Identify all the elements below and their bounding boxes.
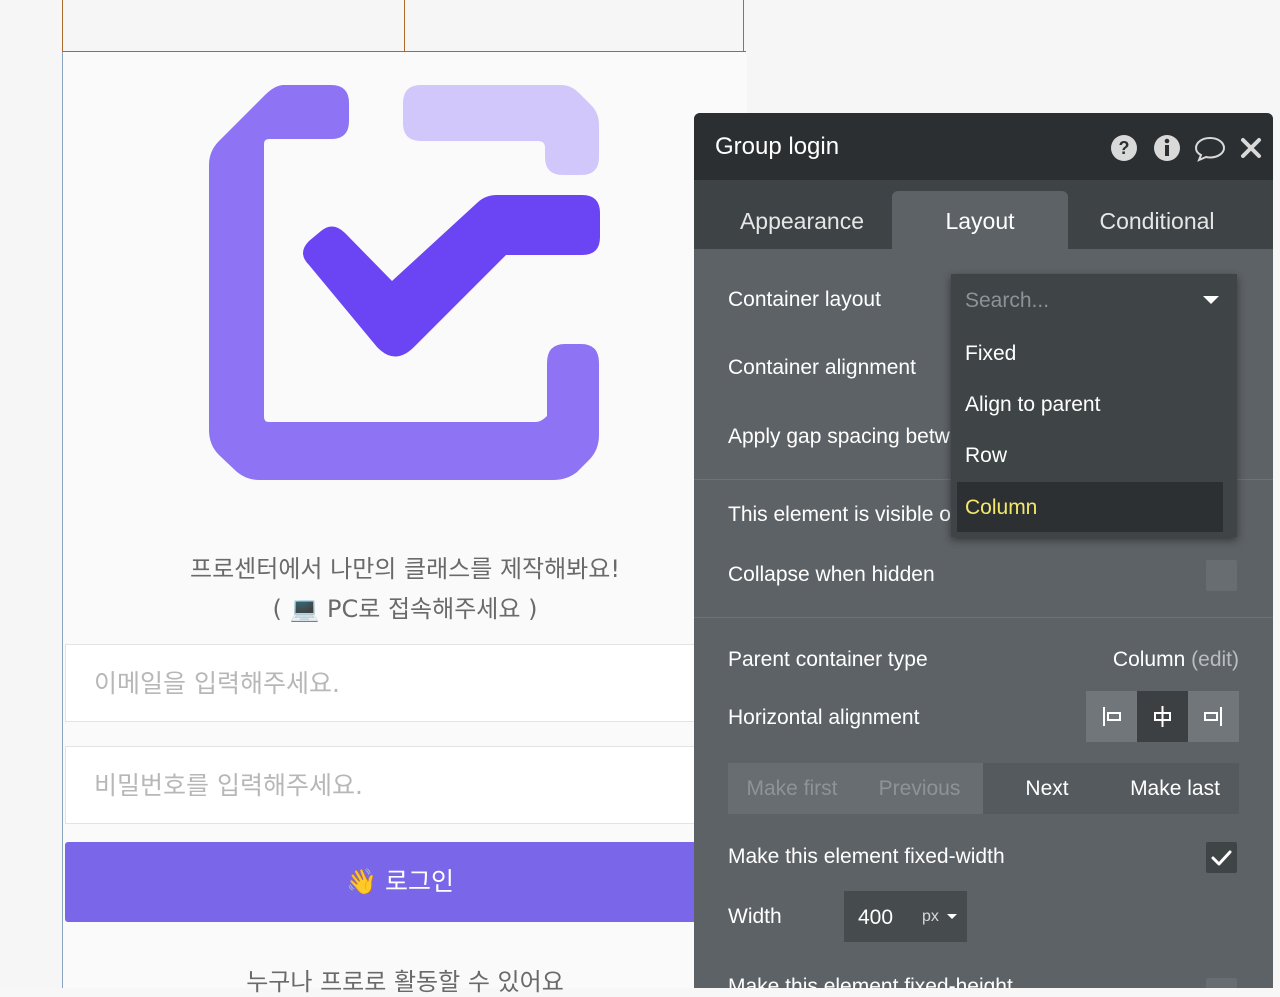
tagline-line2: ( 💻 PC로 접속해주세요 ) — [272, 595, 538, 623]
chevron-down-icon[interactable] — [1203, 296, 1219, 304]
signup-note: 누구나 프로로 활동할 수 있어요 — [246, 968, 564, 996]
container-layout-label: Container layout — [728, 288, 881, 311]
info-icon[interactable] — [1152, 133, 1182, 163]
parent-container-type-label: Parent container type — [728, 648, 928, 671]
element-order-buttons: Make first Previous Next Make last — [728, 763, 1239, 814]
login-button[interactable]: 👋 로그인 — [65, 842, 705, 922]
comment-icon[interactable] — [1194, 133, 1226, 163]
horizontal-alignment-label: Horizontal alignment — [728, 706, 920, 729]
align-right-icon[interactable] — [1188, 691, 1239, 742]
help-icon[interactable]: ? — [1109, 133, 1139, 163]
width-label: Width — [728, 905, 782, 928]
fixed-height-label: Make this element fixed-height — [728, 975, 1013, 988]
align-center-icon[interactable] — [1137, 691, 1188, 742]
parent-container-type-value: Column (edit) — [1113, 648, 1239, 672]
container-layout-dropdown[interactable]: Search... Fixed Align to parent Row Colu… — [951, 274, 1237, 537]
app-logo-icon — [209, 85, 600, 480]
parent-container-edit-link[interactable]: (edit) — [1191, 648, 1239, 671]
login-page-preview[interactable]: 프로센터에서 나만의 클래스를 제작해봐요! ( 💻 PC로 접속해주세요 ) … — [62, 52, 747, 996]
make-last-button[interactable]: Make last — [1111, 763, 1239, 814]
chevron-down-icon[interactable] — [947, 914, 957, 919]
collapse-when-hidden-label: Collapse when hidden — [728, 563, 935, 586]
property-editor-panel[interactable]: Group login ? Appearance Layout Conditio… — [694, 113, 1273, 988]
panel-header[interactable]: Group login ? — [694, 113, 1273, 180]
parent-container-type-text: Column — [1112, 648, 1186, 671]
next-button[interactable]: Next — [983, 763, 1111, 814]
tab-appearance[interactable]: Appearance — [712, 191, 892, 249]
tab-layout[interactable]: Layout — [892, 191, 1068, 249]
panel-title: Group login — [715, 133, 840, 160]
tagline-line1: 프로센터에서 나만의 클래스를 제작해봐요! — [190, 555, 620, 583]
horizontal-alignment-buttons — [1086, 691, 1239, 742]
visible-on-load-label: This element is visible o — [728, 503, 951, 526]
dropdown-search-input[interactable]: Search... — [965, 274, 1049, 328]
section-divider — [694, 617, 1273, 618]
svg-text:?: ? — [1119, 138, 1130, 158]
canvas-guide-line — [743, 0, 744, 52]
align-left-icon[interactable] — [1086, 691, 1137, 742]
gap-spacing-label: Apply gap spacing betw — [728, 425, 950, 448]
dropdown-option-align-to-parent[interactable]: Align to parent — [965, 379, 1100, 430]
fixed-width-label: Make this element fixed-width — [728, 845, 1005, 868]
fixed-width-checkbox[interactable] — [1206, 842, 1237, 873]
fixed-height-checkbox[interactable] — [1206, 978, 1237, 988]
email-input[interactable]: 이메일을 입력해주세요. — [65, 644, 705, 722]
dropdown-option-fixed[interactable]: Fixed — [965, 328, 1016, 379]
tab-conditional[interactable]: Conditional — [1068, 191, 1246, 249]
password-input[interactable]: 비밀번호를 입력해주세요. — [65, 746, 705, 824]
width-value[interactable]: 400 — [858, 891, 893, 945]
make-first-button[interactable]: Make first — [728, 763, 856, 814]
panel-tabs: Appearance Layout Conditional — [694, 180, 1273, 249]
dropdown-option-row[interactable]: Row — [965, 430, 1007, 481]
dropdown-option-column[interactable]: Column — [965, 482, 1037, 533]
collapse-when-hidden-checkbox[interactable] — [1206, 560, 1237, 591]
width-input[interactable]: 400 px — [844, 891, 967, 942]
container-alignment-label: Container alignment — [728, 356, 916, 379]
previous-button[interactable]: Previous — [856, 763, 983, 814]
width-unit-select[interactable]: px — [922, 891, 939, 943]
canvas-guide-line — [62, 0, 63, 52]
canvas-guide-line — [404, 0, 405, 52]
close-icon[interactable] — [1239, 133, 1263, 163]
